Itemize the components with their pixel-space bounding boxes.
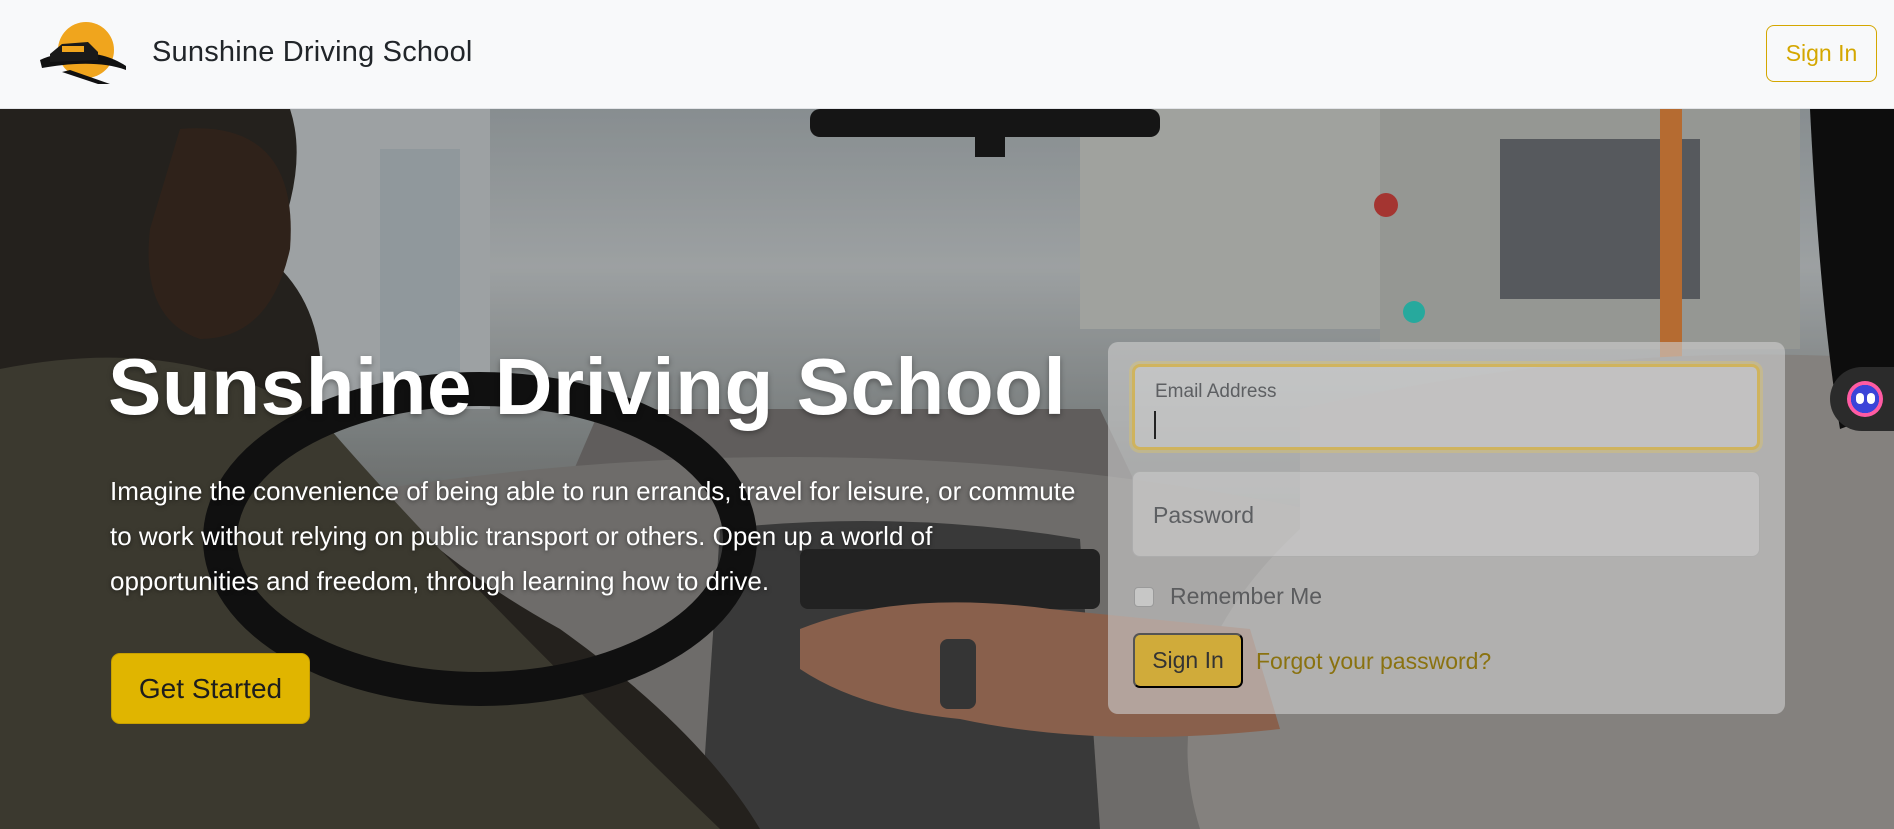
password-field[interactable]: Password (1132, 471, 1760, 557)
password-label: Password (1153, 502, 1254, 528)
email-label: Email Address (1155, 381, 1277, 402)
remember-me[interactable]: Remember Me (1134, 583, 1322, 610)
remember-me-checkbox[interactable] (1134, 586, 1154, 607)
car-on-road-sun-logo[interactable] (40, 20, 126, 84)
brand-name[interactable]: Sunshine Driving School (152, 36, 473, 69)
top-navbar: Sunshine Driving School Sign In (0, 0, 1894, 109)
signin-submit-button[interactable]: Sign In (1133, 633, 1243, 688)
hero-section: Sunshine Driving School Imagine the conv… (0, 109, 1894, 829)
assistant-face-icon[interactable] (1847, 381, 1883, 417)
remember-me-label: Remember Me (1170, 583, 1323, 609)
hero-title: Sunshine Driving School (108, 342, 1067, 431)
forgot-password-link[interactable]: Forgot your password? (1256, 648, 1491, 675)
assistant-widget[interactable] (1830, 367, 1894, 431)
email-field[interactable]: Email Address (1132, 364, 1760, 450)
nav-signin-button[interactable]: Sign In (1766, 25, 1877, 82)
text-caret (1154, 411, 1156, 439)
hero-description: Imagine the convenience of being able to… (110, 476, 1076, 596)
get-started-button[interactable]: Get Started (111, 653, 310, 724)
login-card: Email Address Password Remember Me Sign … (1108, 342, 1785, 714)
